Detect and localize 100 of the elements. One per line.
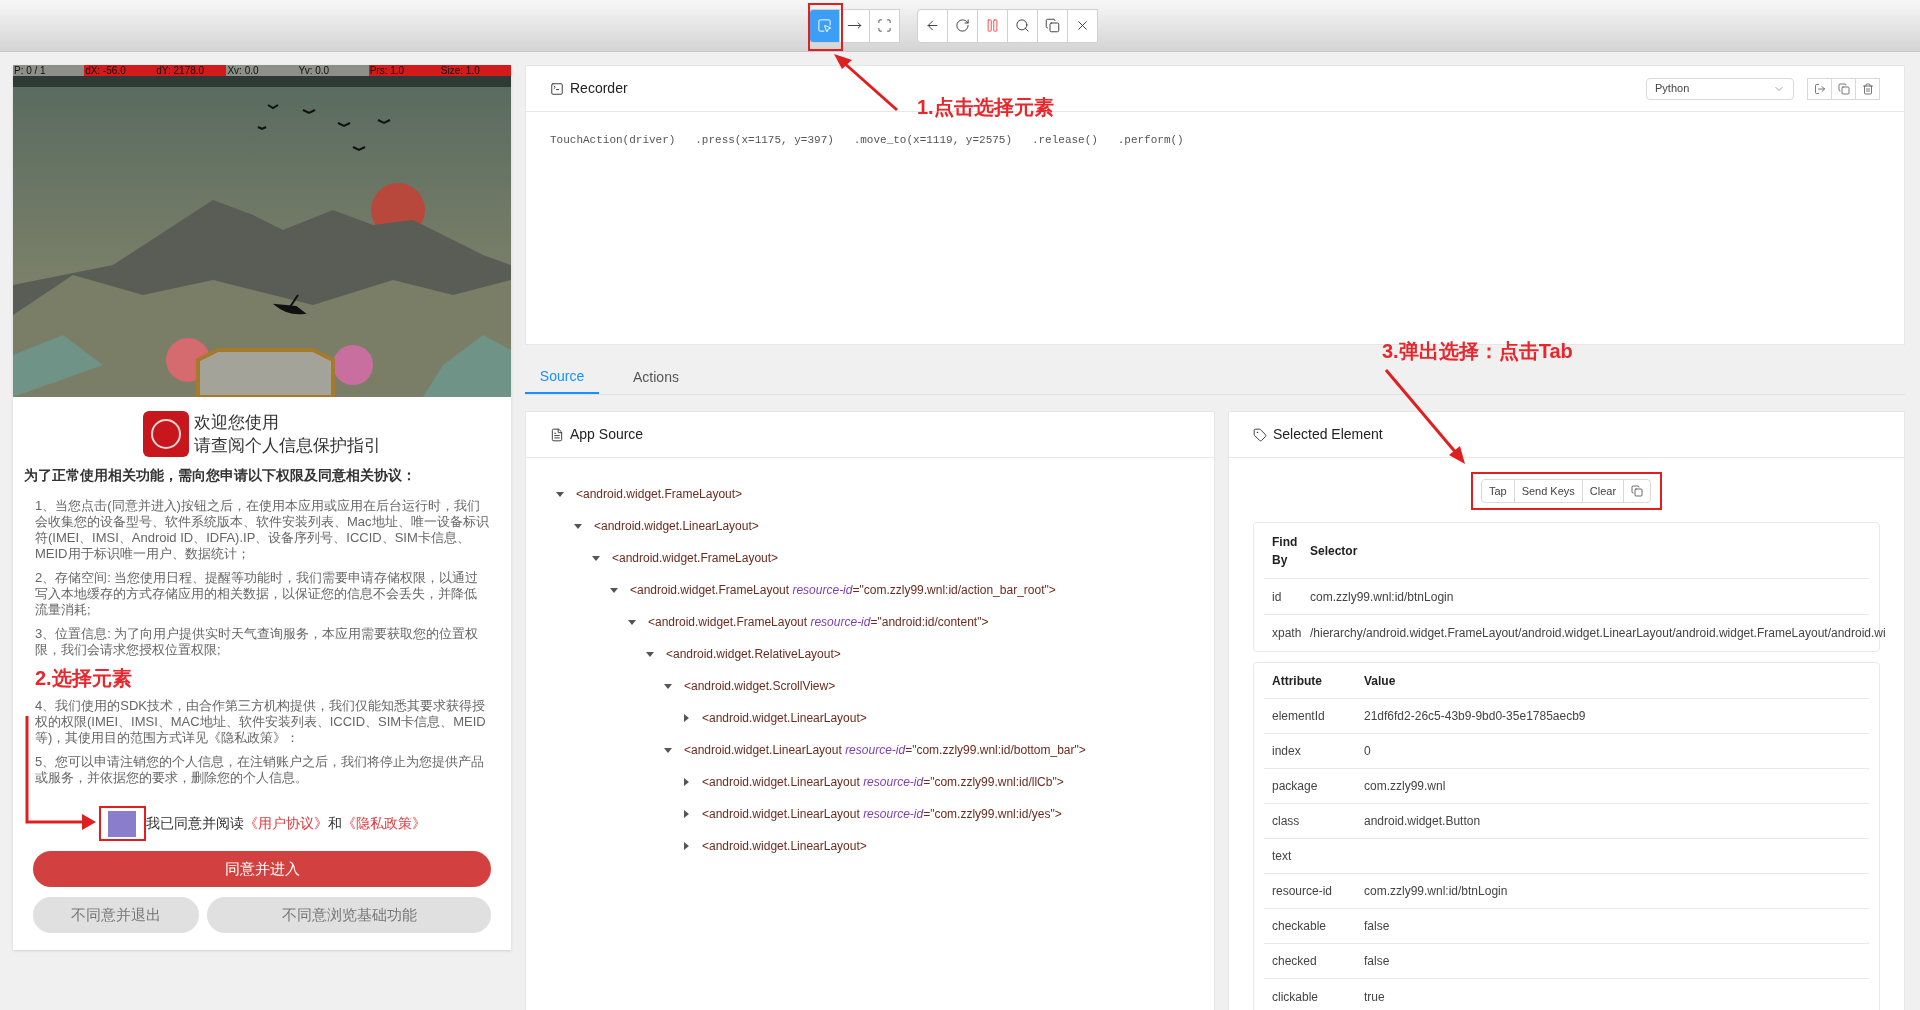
- panel-title: Recorder: [570, 79, 628, 98]
- table-cell-text: checkable: [1271, 918, 1328, 935]
- pause-icon: [985, 18, 1000, 33]
- tree-node[interactable]: <android.widget.LinearLayout resource-id="com.zzly99.wnl:id/llCb">: [702, 773, 1064, 791]
- action-button[interactable]: Send Keys: [1513, 479, 1583, 503]
- table-cell-text: id: [1271, 588, 1283, 606]
- pointer-info: Yv: 0.0: [297, 65, 369, 76]
- back-icon: [925, 18, 940, 33]
- refresh-icon: [955, 18, 970, 33]
- table-cell-text: com.zzly99.wnl:id/btnLogin: [1364, 883, 1508, 900]
- caret-down-icon[interactable]: [664, 746, 672, 754]
- policy-paragraph: 3、位置信息: 为了向用户提供实时天气查询服务，本应用需要获取您的位置权限，我们会请求您授权位置权限;: [35, 626, 480, 658]
- policy-paragraph: 2、存储空间: 当您使用日程、提醒等功能时，我们需要申请存储权限，以通过写入本地缓存的方式存储应用的相关数据，以保证您的信息不会丢失，并降低流量消耗;: [35, 570, 480, 618]
- copy-icon: [1631, 485, 1644, 497]
- toolbar-button[interactable]: [1037, 8, 1068, 43]
- scan-frame-icon: [877, 18, 892, 33]
- table-cell-text: android.widget.Button: [1364, 813, 1481, 830]
- table-cell-text: false: [1364, 918, 1390, 935]
- tree-node[interactable]: <android.widget.LinearLayout>: [702, 709, 867, 727]
- pointer-info: dY: 2178.0: [155, 65, 227, 76]
- table-cell-text: com.zzly99.wnl:id/btnLogin: [1310, 588, 1454, 606]
- annotation-label: 3.弹出选择：点击Tab: [1382, 339, 1573, 364]
- tree-node[interactable]: <android.widget.FrameLayout resource-id="com.zzly99.wnl:id/action_bar_root">: [630, 581, 1056, 599]
- table-cell-text: false: [1364, 953, 1390, 970]
- select-element-icon: [817, 18, 832, 33]
- copy-icon: [1045, 18, 1060, 33]
- tree-node[interactable]: <android.widget.LinearLayout resource-id="com.zzly99.wnl:id/yes">: [702, 805, 1062, 823]
- toolbar-button[interactable]: [947, 8, 978, 43]
- close-icon: [1075, 18, 1090, 33]
- tree-node[interactable]: <android.widget.RelativeLayout>: [666, 645, 841, 663]
- tree-node[interactable]: <android.widget.LinearLayout>: [702, 837, 867, 855]
- pointer-info: Prs: 1.0: [368, 65, 440, 76]
- language-select[interactable]: Python: [1646, 77, 1794, 100]
- column-header: Attribute: [1271, 672, 1323, 690]
- action-button[interactable]: Tap: [1480, 479, 1515, 503]
- column-header: Selector: [1310, 542, 1358, 560]
- tree-node[interactable]: <android.widget.FrameLayout>: [576, 485, 743, 503]
- caret-down-icon[interactable]: [574, 522, 582, 530]
- welcome-title: 欢迎您使用: [194, 412, 280, 434]
- caret-down-icon[interactable]: [556, 490, 564, 498]
- tree-node[interactable]: <android.widget.LinearLayout>: [594, 517, 759, 535]
- annotation-arrow: [834, 54, 898, 112]
- tab[interactable]: Actions: [619, 360, 693, 394]
- policy-paragraph: 4、我们使用的SDK技术，由合作第三方机构提供，我们仅能知悉其要求获得授权的权限(IMEI、IMSI、MAC地址、软件安装列表、ICCID、SIM卡信息、MEID等)，其使用目的范围方式详见《隐私政策》：: [35, 698, 487, 746]
- panel-title: Selected Element: [1273, 425, 1383, 444]
- caret-right-icon[interactable]: [682, 714, 690, 722]
- user-agreement-link[interactable]: 《用户协议》: [243, 815, 328, 831]
- recorder-button[interactable]: [1807, 77, 1832, 100]
- welcome-subtitle: 请查阅个人信息保护指引: [194, 435, 381, 457]
- app-logo: [143, 411, 189, 457]
- panel-title: App Source: [570, 425, 644, 444]
- search-icon: [1015, 18, 1030, 33]
- privacy-policy-link[interactable]: 《隐私政策》: [341, 815, 426, 831]
- caret-down-icon[interactable]: [628, 618, 636, 626]
- copy-icon: [1837, 82, 1850, 95]
- export-icon: [1813, 82, 1826, 95]
- toolbar-button[interactable]: [1007, 8, 1038, 43]
- table-cell-text: text: [1271, 848, 1293, 865]
- tree-node[interactable]: <android.widget.FrameLayout resource-id="android:id/content">: [648, 613, 989, 631]
- tree-node[interactable]: <android.widget.FrameLayout>: [612, 549, 779, 567]
- toolbar-button[interactable]: [977, 8, 1008, 43]
- annotation-box: [808, 3, 843, 51]
- terminal-icon: [550, 81, 564, 96]
- table-cell-text: elementId: [1271, 708, 1326, 725]
- caret-down-icon[interactable]: [610, 586, 618, 594]
- caret-right-icon[interactable]: [682, 778, 690, 786]
- tree-node[interactable]: <android.widget.LinearLayout resource-id="com.zzly99.wnl:id/bottom_bar">: [684, 741, 1086, 759]
- decline-button[interactable]: 不同意浏览基础功能: [207, 897, 491, 933]
- tag-icon: [1253, 427, 1267, 442]
- trash-icon: [1861, 82, 1874, 95]
- table-cell-text: 21df6fd2-26c5-43b9-9bd0-35e1785aecb9: [1364, 708, 1586, 725]
- dialog-heading: 为了正常使用相关功能，需向您申请以下权限及同意相关协议：: [23, 466, 417, 485]
- column-header: Value: [1364, 672, 1396, 690]
- action-button[interactable]: Clear: [1581, 479, 1625, 503]
- document-icon: [550, 427, 564, 442]
- table-cell-text: resource-id: [1271, 883, 1334, 900]
- policy-paragraph: 5、您可以申请注销您的个人信息，在注销账户之后，我们将停止为您提供产品或服务，并依据您的要求，删除您的个人信息。: [35, 754, 486, 786]
- table-cell-text: index: [1271, 743, 1302, 760]
- table-cell-text: 0: [1364, 743, 1371, 760]
- annotation-label: 2.选择元素: [35, 666, 132, 690]
- table-cell-text: com.zzly99.wnl: [1364, 778, 1446, 795]
- table-cell-text: /hierarchy/android.widget.FrameLayout/android.widget.LinearLayout/android.widget.FrameLayout/android.wi: [1310, 625, 1886, 642]
- table-cell-text: checked: [1271, 953, 1318, 970]
- pointer-info: Xv: 0.0: [226, 65, 298, 76]
- column-header: Find By: [1271, 533, 1299, 569]
- policy-paragraph: 1、当您点击(同意并进入)按钮之后，在使用本应用或应用在后台运行时，我们会收集您的设备型号、软件系统版本、软件安装列表、Mac地址、唯一设备标识符(IMEI、IMSI、Android ID、IDFA).IP、设备序列号、ICCID、SIM卡信息、MEID用于标识唯一用户、数据统计；: [35, 498, 489, 562]
- annotation-label: 1.点击选择元素: [917, 95, 1054, 120]
- pointer-info: Size: 1.0: [439, 65, 511, 76]
- table-cell-text: clickable: [1271, 988, 1320, 1006]
- recorder-button[interactable]: [1855, 77, 1880, 100]
- caret-down-icon[interactable]: [592, 554, 600, 562]
- table-cell-text: class: [1271, 813, 1301, 830]
- decline-button[interactable]: 不同意并退出: [33, 897, 199, 933]
- accept-button[interactable]: 同意并进入: [33, 851, 491, 887]
- caret-right-icon[interactable]: [682, 810, 690, 818]
- caret-right-icon[interactable]: [682, 842, 690, 850]
- caret-down-icon[interactable]: [646, 650, 654, 658]
- tree-node[interactable]: <android.widget.ScrollView>: [684, 677, 836, 695]
- pointer-info: dX: -56.0: [84, 65, 156, 76]
- caret-down-icon[interactable]: [664, 682, 672, 690]
